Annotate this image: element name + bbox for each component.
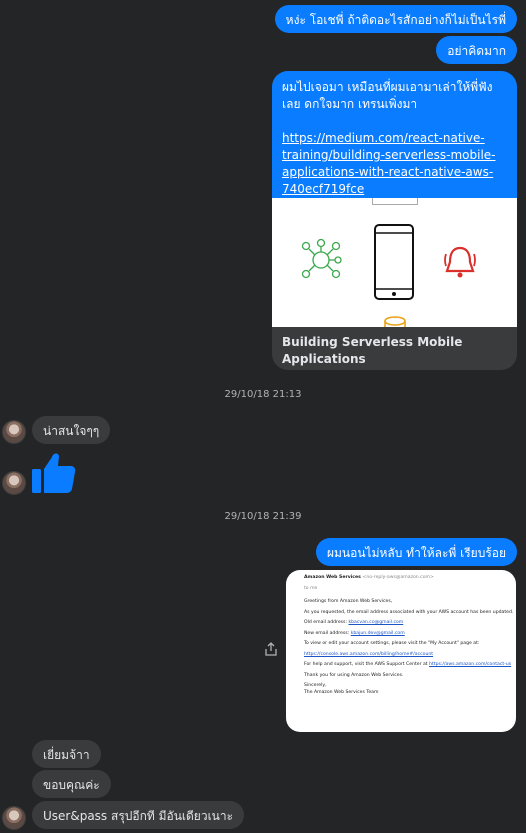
- preview-image[interactable]: [272, 198, 517, 327]
- email-line: Greetings from Amazon Web Services,: [304, 599, 393, 604]
- preview-title: Building Serverless Mobile Applications …: [282, 335, 463, 370]
- card-message: ผมไปเจอมา เหมือนที่ผมเอามาเล่าให้พี่ฟัง …: [272, 71, 517, 198]
- email-line: For help and support, visit the AWS Supp…: [304, 662, 512, 667]
- timestamp: 29/10/18 21:39: [224, 511, 302, 522]
- message-outgoing[interactable]: ผมนอนไม่หลับ ทำให้ละพี่ เรียบร้อย: [315, 538, 517, 566]
- diagram-top-fragment: [372, 198, 418, 205]
- card-message-line: ผมไปเจอมา เหมือนที่ผมเอามาเล่าให้พี่ฟัง: [282, 80, 493, 94]
- database-icon: [384, 316, 406, 327]
- timestamp: 29/10/18 21:13: [224, 389, 302, 400]
- message-incoming[interactable]: User&pass สรุปอีกที มีอันเดียวเนาะ: [32, 801, 245, 829]
- card-message-line: เลย ดกใจมาก เทรนเพิ่งมา: [282, 97, 418, 111]
- email-line: New email address: kbajun.dev@gmail.com: [304, 630, 405, 636]
- message-incoming[interactable]: เยี่ยมจ้าา: [32, 740, 101, 768]
- card-link[interactable]: https://medium.com/react-native- trainin…: [282, 130, 507, 198]
- email-to: to me: [304, 585, 318, 591]
- network-icon: [301, 238, 342, 279]
- share-icon[interactable]: [264, 642, 278, 656]
- email-link: https://console.aws.amazon.com/billing/h…: [304, 651, 434, 657]
- message-outgoing[interactable]: หง่ะ โอเชพี่ ถ้าติดอะไรสักอย่างก็ไม่เป็น…: [274, 5, 517, 33]
- email-line: Old email address: kbacvan.co@gmail.com: [304, 620, 404, 625]
- message-incoming[interactable]: น่าสนใจๆๆ: [32, 416, 111, 444]
- like-icon[interactable]: [30, 449, 76, 495]
- bell-icon: [444, 246, 476, 278]
- phone-icon: [374, 224, 414, 300]
- email-screenshot-attachment[interactable]: Amazon Web Services <no-reply-aws@amazon…: [286, 570, 516, 732]
- email-line: The Amazon Web Services Team: [304, 689, 379, 695]
- email-sender: Amazon Web Services <no-reply-aws@amazon…: [304, 575, 434, 580]
- email-line: As you requested, the email address asso…: [304, 609, 514, 615]
- email-line: To view or edit your account settings, p…: [304, 641, 480, 646]
- email-line: Thank you for using Amazon Web Services.: [304, 672, 404, 678]
- avatar[interactable]: [2, 471, 26, 495]
- link-preview-card[interactable]: ผมไปเจอมา เหมือนที่ผมเอามาเล่าให้พี่ฟัง …: [272, 71, 517, 370]
- message-incoming[interactable]: ขอบคุณค่ะ: [32, 770, 111, 798]
- avatar[interactable]: [2, 806, 26, 830]
- message-outgoing[interactable]: อย่าคิดมาก: [436, 36, 517, 64]
- avatar[interactable]: [2, 420, 26, 444]
